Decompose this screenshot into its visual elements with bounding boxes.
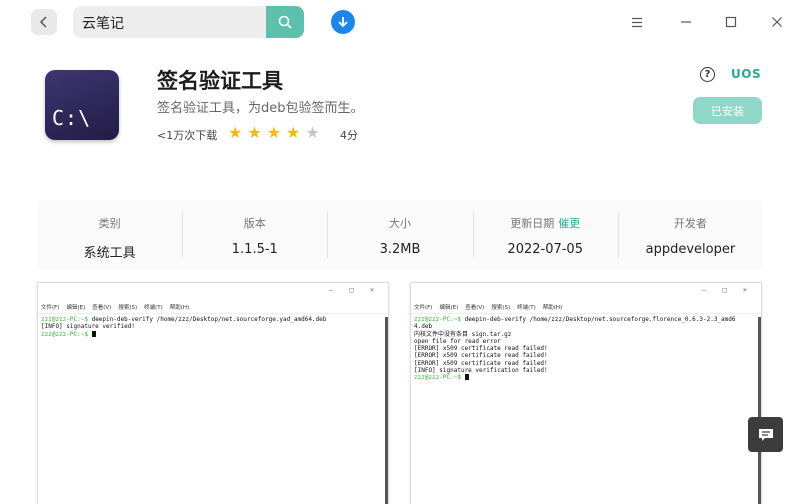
terminal-output: zzz@zzz-PC:~$ deepin-deb-verify /home/zz… — [411, 314, 761, 384]
terminal-line: 内核文件中没有条目 sign.tar.gz — [414, 330, 512, 338]
developer-value[interactable]: appdeveloper — [618, 242, 763, 257]
size-value: 3.2MB — [379, 242, 421, 257]
minimize-button[interactable] — [676, 12, 696, 32]
help-icon[interactable]: ? — [700, 67, 715, 82]
app-name: 签名验证工具 — [157, 69, 283, 93]
term-menu-item: 帮助(H) — [169, 305, 190, 311]
screenshot-2[interactable]: – □ × 文件(F) 编辑(E) 查看(V) 搜索(S) 终端(T) 帮助(H… — [410, 282, 762, 504]
app-icon-label: C:\ — [52, 106, 92, 130]
terminal-window-controls: – □ × — [701, 286, 753, 294]
terminal-prompt: zzz@zzz-PC:~$ — [414, 316, 461, 323]
terminal-menu: 文件(F) 编辑(E) 查看(V) 搜索(S) 终端(T) 帮助(H) — [411, 299, 761, 314]
terminal-scrollbar — [758, 317, 761, 504]
installed-button[interactable]: 已安装 — [693, 97, 762, 124]
version-value: 1.1.5-1 — [231, 242, 278, 257]
close-icon — [772, 17, 782, 27]
terminal-line: [INFO] signature verification failed! — [414, 367, 548, 375]
terminal-line: [ERROR] x509 certificate read failed! — [414, 345, 548, 353]
menu-icon — [632, 17, 642, 27]
maximize-button[interactable] — [721, 12, 741, 32]
info-category: 类别 系统工具 — [37, 200, 182, 270]
rating-stars: ★ ★ ★ ★ ★ — [228, 124, 320, 142]
term-menu-item: 编辑(E) — [439, 305, 459, 311]
terminal-window-controls: – □ × — [328, 286, 380, 294]
info-developer: 开发者 appdeveloper — [617, 200, 763, 270]
search-input[interactable]: 云笔记 — [82, 13, 124, 33]
updated-label-row: 更新日期 催更 — [473, 215, 618, 231]
term-menu-item: 终端(T) — [517, 305, 536, 311]
request-update-link[interactable]: 催更 — [558, 217, 580, 230]
updated-label: 更新日期 — [510, 217, 555, 230]
terminal-line: open file for read error — [414, 337, 501, 345]
term-menu-item: 终端(T) — [144, 305, 163, 311]
download-count: <1万次下载 — [157, 129, 218, 142]
terminal-menu: 文件(F) 编辑(E) 查看(V) 搜索(S) 终端(T) 帮助(H) — [38, 299, 388, 314]
close-button[interactable] — [767, 12, 787, 32]
download-icon — [338, 17, 348, 28]
term-menu-item: 文件(F) — [414, 305, 433, 311]
developer-label: 开发者 — [673, 217, 707, 230]
term-menu-item: 文件(F) — [41, 305, 60, 311]
term-menu-item: 查看(V) — [465, 305, 485, 311]
info-size: 大小 3.2MB — [327, 200, 472, 270]
terminal-output: zzz@zzz-PC:~$ deepin-deb-verify /home/zz… — [38, 314, 388, 340]
info-version: 版本 1.1.5-1 — [182, 200, 327, 270]
updated-value: 2022-07-05 — [507, 242, 583, 257]
info-updated: 更新日期 催更 2022-07-05 — [472, 200, 618, 270]
terminal-cursor — [464, 374, 469, 381]
rating-score: 4分 — [340, 129, 358, 142]
terminal-line: zzz@zzz-PC:~$ — [414, 374, 758, 381]
terminal-line: 4.deb — [414, 323, 433, 331]
screenshot-1[interactable]: – □ × 文件(F) 编辑(E) 查看(V) 搜索(S) 终端(T) 帮助(H… — [37, 282, 389, 504]
terminal-line: zzz@zzz-PC:~$ — [41, 330, 385, 338]
app-description: 签名验证工具，为deb包验签而生。 — [157, 101, 364, 116]
app-info-row: 类别 系统工具 版本 1.1.5-1 大小 3.2MB 更新日期 催更 2022-… — [37, 200, 763, 270]
size-label: 大小 — [389, 217, 411, 230]
category-label: 类别 — [98, 217, 121, 230]
search-button[interactable] — [266, 6, 304, 38]
category-value: 系统工具 — [83, 246, 136, 261]
star-icon: ★ — [228, 123, 243, 142]
terminal-line: [ERROR] x509 certificate read failed! — [414, 359, 548, 367]
term-menu-item: 编辑(E) — [66, 305, 86, 311]
terminal-line: [ERROR] x509 certificate read failed! — [414, 352, 548, 360]
maximize-icon — [725, 16, 737, 28]
terminal-line: zzz@zzz-PC:~$ deepin-deb-verify /home/zz… — [41, 316, 385, 323]
terminal-command: deepin-deb-verify /home/zzz/Desktop/net.… — [87, 316, 327, 323]
terminal-titlebar: – □ × — [38, 283, 388, 299]
terminal-prompt: zzz@zzz-PC:~$ — [41, 330, 88, 338]
download-manager-button[interactable] — [331, 10, 355, 34]
back-button[interactable] — [31, 9, 57, 35]
minimize-icon — [681, 21, 691, 23]
star-icon: ★ — [305, 123, 320, 142]
app-icon: C:\ — [45, 70, 119, 140]
terminal-line: zzz@zzz-PC:~$ deepin-deb-verify /home/zz… — [414, 316, 758, 323]
star-icon: ★ — [266, 123, 282, 142]
feedback-icon — [758, 428, 773, 441]
terminal-line: [INFO] signature verified! — [41, 323, 135, 331]
terminal-cursor — [91, 330, 96, 337]
star-icon: ★ — [247, 123, 262, 142]
term-menu-item: 查看(V) — [92, 305, 112, 311]
star-icon: ★ — [286, 123, 301, 142]
feedback-button[interactable] — [748, 417, 783, 452]
terminal-prompt: zzz@zzz-PC:~$ — [414, 374, 461, 382]
version-label: 版本 — [243, 217, 266, 230]
search-box[interactable]: 云笔记 — [73, 6, 304, 38]
term-menu-item: 搜索(S) — [491, 305, 511, 311]
term-menu-item: 帮助(H) — [542, 305, 563, 311]
search-icon — [278, 15, 292, 29]
term-menu-item: 搜索(S) — [118, 305, 138, 311]
menu-button[interactable] — [627, 12, 647, 32]
uos-badge: UOS — [731, 67, 762, 81]
terminal-titlebar: – □ × — [411, 283, 761, 299]
back-icon — [39, 16, 47, 28]
terminal-scrollbar — [385, 317, 388, 504]
terminal-prompt: zzz@zzz-PC:~$ — [41, 316, 88, 323]
terminal-command: deepin-deb-verify /home/zzz/Desktop/net.… — [460, 316, 736, 323]
title-bar: 云笔记 — [0, 0, 800, 44]
